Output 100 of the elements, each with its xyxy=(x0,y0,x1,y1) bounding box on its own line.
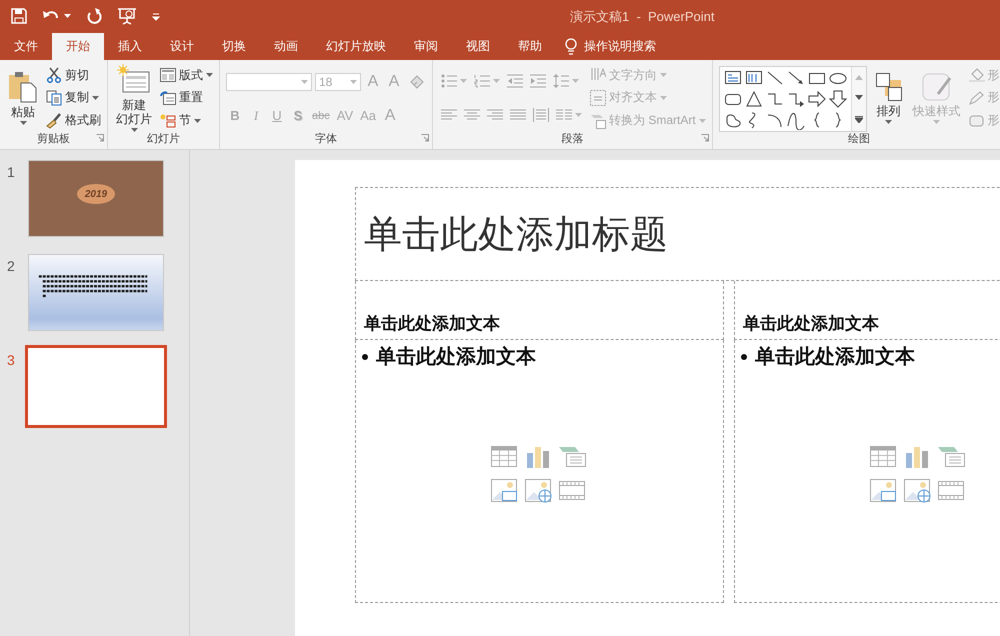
columns-icon xyxy=(556,109,572,121)
table-icon[interactable] xyxy=(490,445,518,470)
ribbon-tab[interactable]: 视图 xyxy=(452,33,504,60)
caret-icon xyxy=(698,118,706,123)
ribbon-tab[interactable]: 幻灯片放映 xyxy=(312,33,400,60)
slide-number: 2 xyxy=(6,257,16,274)
ribbon-button[interactable]: 复制 xyxy=(46,89,99,106)
scissors-icon xyxy=(46,67,62,84)
ribbon-tab[interactable]: 插入 xyxy=(104,33,156,60)
shapes-gallery[interactable] xyxy=(718,66,867,132)
caret-icon xyxy=(572,79,579,83)
distributed-icon xyxy=(533,108,549,122)
right-arrow-icon[interactable] xyxy=(806,89,827,109)
bullets-icon xyxy=(441,74,457,88)
smartart-graphic-icon[interactable] xyxy=(558,445,586,470)
group-label: 幻灯片 xyxy=(147,132,180,147)
caret-icon xyxy=(885,120,892,124)
title-placeholder[interactable]: 单击此处添加标题 xyxy=(355,187,1000,281)
quick-styles-icon xyxy=(922,72,952,102)
caret-icon xyxy=(206,73,213,78)
online-picture-icon[interactable] xyxy=(524,478,552,503)
slide-thumbnail[interactable] xyxy=(28,254,164,331)
window-title: 演示文稿1 - PowerPoint xyxy=(570,8,714,26)
ribbon-tab[interactable]: 设计 xyxy=(156,33,208,60)
smartart-icon xyxy=(590,112,606,129)
ribbon-button[interactable]: 重置 xyxy=(160,89,203,106)
ribbon-button[interactable]: 粘贴 xyxy=(6,71,40,125)
curve-icon[interactable] xyxy=(786,110,806,130)
caret-icon xyxy=(493,79,500,83)
ribbon-button[interactable]: 节 xyxy=(160,112,201,130)
lightbulb-icon xyxy=(564,38,578,56)
content-placeholder[interactable]: 单击此处添加文本 xyxy=(734,340,1000,603)
ribbon-tab[interactable]: 文件 xyxy=(0,33,52,60)
slide-thumbnail[interactable]: 2019 xyxy=(28,160,164,237)
align-right-icon xyxy=(487,109,503,121)
video-icon[interactable] xyxy=(937,478,965,503)
triangle-icon[interactable] xyxy=(744,89,764,109)
down-arrow-icon[interactable] xyxy=(828,89,848,109)
heading-placeholder[interactable]: 单击此处添加文本 xyxy=(734,281,1000,340)
ribbon-button[interactable]: 格式刷 xyxy=(46,112,101,130)
align-center-icon xyxy=(464,109,480,121)
ribbon-button[interactable]: 版式 xyxy=(160,66,213,84)
line-spacing-icon xyxy=(553,74,569,88)
caret-icon xyxy=(92,96,99,100)
heading-placeholder[interactable]: 单击此处添加文本 xyxy=(355,281,724,340)
ribbon-tab[interactable]: 帮助 xyxy=(504,33,556,60)
picture-icon[interactable] xyxy=(869,478,897,503)
clipboard-icon xyxy=(8,71,38,103)
ribbon-tab[interactable]: 切换 xyxy=(208,33,260,60)
paintbrush-icon xyxy=(46,112,62,129)
section-icon xyxy=(160,114,176,128)
group-label: 剪贴板 xyxy=(37,132,70,147)
bar-chart-icon[interactable] xyxy=(903,445,931,470)
bar-chart-icon[interactable] xyxy=(524,445,552,470)
redo-icon[interactable] xyxy=(85,7,103,25)
customize-icon[interactable] xyxy=(151,11,161,21)
caret-icon xyxy=(194,118,201,123)
bullet-icon xyxy=(362,354,368,360)
caret-icon xyxy=(933,120,940,124)
save-icon[interactable] xyxy=(10,7,28,25)
ribbon-button[interactable]: 新建 幻灯片 xyxy=(114,64,154,132)
video-icon[interactable] xyxy=(558,478,586,503)
table-icon[interactable] xyxy=(869,445,897,470)
picture-icon[interactable] xyxy=(490,478,518,503)
smartart-graphic-icon[interactable] xyxy=(937,445,965,470)
ribbon-button[interactable]: 剪切 xyxy=(46,66,89,84)
caret-icon xyxy=(130,128,138,132)
slide-thumbnail[interactable] xyxy=(25,345,167,428)
increase-indent-icon xyxy=(530,74,546,88)
caret-icon xyxy=(301,80,308,84)
bullet-icon xyxy=(741,354,747,360)
scroll-down-icon xyxy=(854,95,863,100)
reset-icon xyxy=(160,90,176,105)
copy-icon xyxy=(46,90,62,106)
placeholder-text: 单击此处添加文本 xyxy=(755,343,915,370)
thumbnail-title: 2019 xyxy=(77,184,115,204)
caret-icon xyxy=(660,96,667,100)
ribbon-tab[interactable]: 动画 xyxy=(260,33,312,60)
caret-icon xyxy=(350,80,357,84)
dialog-launcher-icon[interactable] xyxy=(421,134,429,142)
presentation-icon[interactable] xyxy=(117,7,137,25)
ribbon-tab[interactable]: 开始 xyxy=(52,33,104,60)
dialog-launcher-icon[interactable] xyxy=(700,134,709,142)
ribbon-button[interactable]: 排列 xyxy=(872,72,905,124)
ribbon-tab[interactable]: 审阅 xyxy=(400,33,452,60)
justify-icon xyxy=(510,109,526,121)
content-placeholder[interactable]: 单击此处添加文本 xyxy=(355,340,724,603)
dialog-launcher-icon[interactable] xyxy=(96,134,104,142)
arrange-icon xyxy=(874,72,903,102)
shape-effects-icon xyxy=(968,114,985,128)
placeholder-text: 单击此处添加文本 xyxy=(376,343,536,370)
pen-icon xyxy=(968,90,985,105)
group-label: 段落 xyxy=(561,132,584,147)
decrease-indent-icon xyxy=(507,74,523,88)
online-picture-icon[interactable] xyxy=(903,478,931,503)
tell-me-search[interactable]: 操作说明搜索 xyxy=(584,38,656,55)
slide-number: 3 xyxy=(6,351,16,368)
align-text-icon xyxy=(590,90,606,106)
more-icon xyxy=(854,116,863,124)
caret-icon xyxy=(575,113,582,117)
